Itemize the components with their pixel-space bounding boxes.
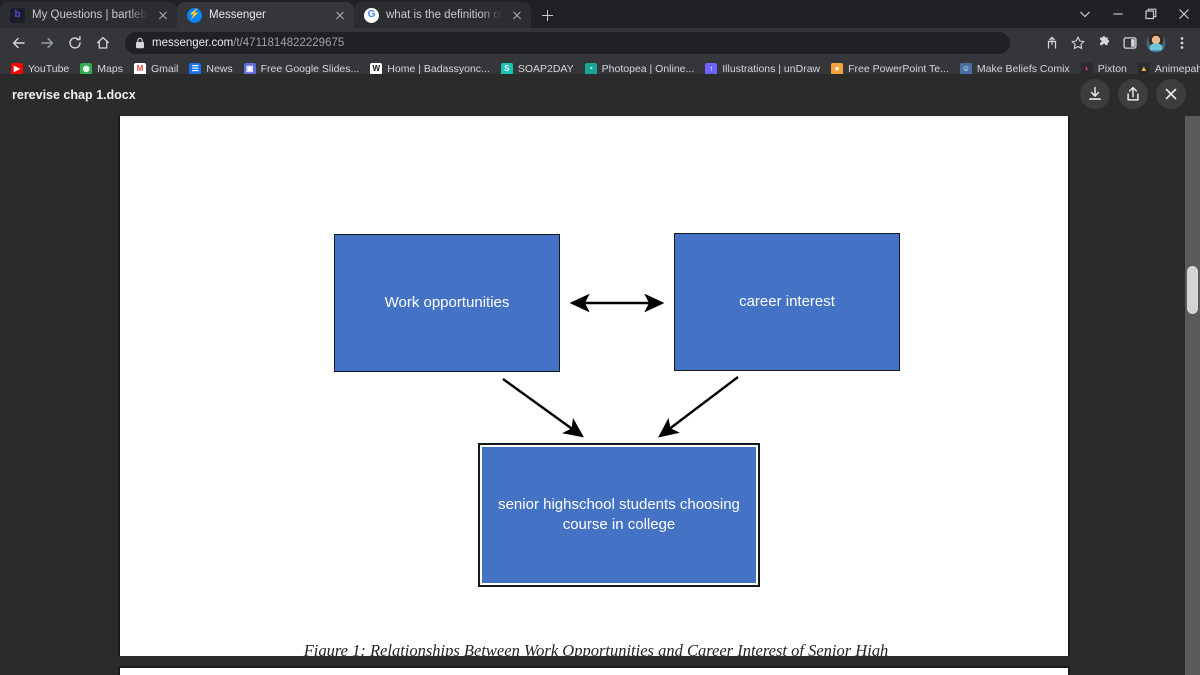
google-icon: G [364,7,379,23]
browser-tab-1[interactable]: ⚡ Messenger [177,2,354,28]
scrollbar-thumb[interactable] [1187,266,1198,314]
tab-close-icon[interactable] [332,7,348,23]
url-path: /t/4711814822229675 [233,37,345,49]
extensions-puzzle-icon[interactable] [1091,30,1116,56]
lock-icon [136,37,144,49]
close-window-icon[interactable] [1167,0,1200,28]
document-scroll-area[interactable]: map hatch since relationship naman yung … [0,74,1200,675]
maximize-icon[interactable] [1134,0,1167,28]
tab-title: My Questions | bartleby [32,9,148,21]
diagram-box-students-choosing-course: senior highschool students choosing cour… [478,443,760,587]
toolbar-right-actions [1039,30,1194,56]
bookmark-star-icon[interactable] [1065,30,1090,56]
diagram-box-work-opportunities: Work opportunities [334,234,560,372]
diagram-box-career-interest: career interest [674,233,900,371]
arrow-career-to-students [658,376,739,438]
document-viewer: map hatch since relationship naman yung … [0,74,1200,675]
three-dot-menu-icon[interactable] [1169,30,1194,56]
viewer-actions [1080,79,1186,109]
minimize-icon[interactable] [1101,0,1134,28]
tab-search-chevron-icon[interactable] [1068,0,1101,28]
document-page-2 [118,666,1070,675]
browser-window: b My Questions | bartleby ⚡ Messenger G … [0,0,1200,675]
url-host: messenger.com [152,37,234,49]
tab-close-icon[interactable] [509,7,525,23]
browser-tab-0[interactable]: b My Questions | bartleby [0,2,177,28]
messenger-icon: ⚡ [187,7,202,23]
close-viewer-button[interactable] [1156,79,1186,109]
arrow-work-to-students [502,378,584,438]
address-bar[interactable]: messenger.com/t/4711814822229675 [125,32,1010,54]
figure-diagram: Work opportunities career interest senio… [120,74,1072,614]
close-icon [1165,88,1177,100]
browser-toolbar: messenger.com/t/4711814822229675 [0,28,1200,58]
share-icon [1127,86,1139,101]
vertical-scrollbar[interactable] [1185,74,1200,675]
viewer-header: rerevise chap 1.docx [0,74,1200,116]
home-button-icon[interactable] [90,30,116,56]
document-page-1: map hatch since relationship naman yung … [118,74,1072,675]
new-tab-button[interactable] [533,2,561,28]
back-button-icon[interactable] [6,30,32,56]
window-controls [1068,0,1200,28]
download-button[interactable] [1080,79,1110,109]
profile-avatar[interactable] [1143,30,1168,56]
download-icon [1089,86,1101,100]
box-label: Work opportunities [384,293,510,311]
tab-close-icon[interactable] [155,7,171,23]
bartleby-icon: b [10,7,25,23]
box-label: career interest [739,292,835,310]
reload-button-icon[interactable] [62,30,88,56]
tab-title: Messenger [209,9,266,21]
tab-title: what is the definition of work opp [386,9,502,21]
forward-button-icon[interactable] [34,30,60,56]
page-separator [118,656,1070,666]
address-bar-text: messenger.com/t/4711814822229675 [152,37,344,49]
share-icon[interactable] [1039,30,1064,56]
document-filename: rerevise chap 1.docx [12,88,136,102]
tab-strip: b My Questions | bartleby ⚡ Messenger G … [0,0,1200,28]
browser-tab-2[interactable]: G what is the definition of work opp [354,2,531,28]
open-external-button[interactable] [1118,79,1148,109]
side-panel-icon[interactable] [1117,30,1142,56]
box-label: senior highschool students choosing cour… [498,495,740,533]
